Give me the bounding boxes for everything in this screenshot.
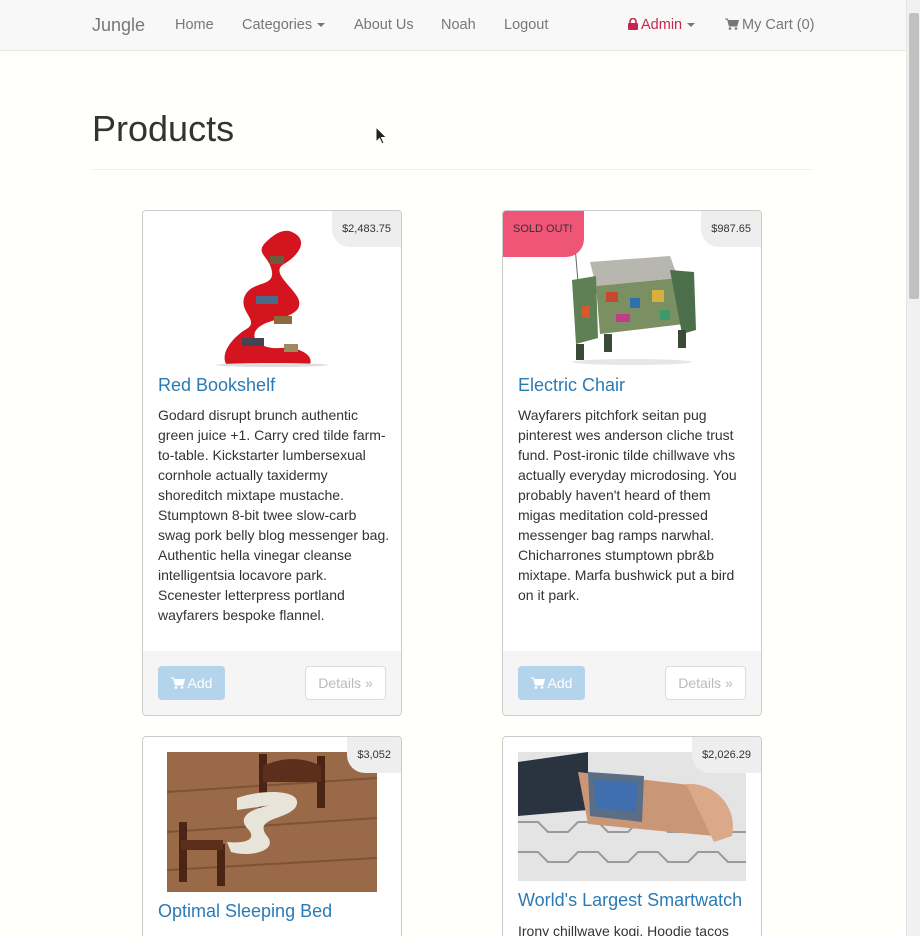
shopping-cart-icon: [725, 18, 739, 30]
lock-icon: [628, 18, 638, 30]
product-description: Irony chillwave kogi. Hoodie tacos: [518, 923, 729, 936]
product-title-link[interactable]: Electric Chair: [518, 375, 625, 396]
product-description: Godard disrupt brunch authentic green ju…: [158, 407, 390, 623]
nav-categories-dropdown[interactable]: Categories: [242, 17, 326, 33]
nav-categories-label: Categories: [242, 17, 313, 33]
add-to-cart-button[interactable]: Add: [158, 666, 225, 700]
sold-out-badge: SOLD OUT!: [503, 211, 584, 257]
price-tag: $2,026.29: [692, 737, 761, 773]
product-description: Wayfarers pitchfork seitan pug pinterest…: [518, 407, 737, 603]
product-card: $2,483.75 Red Bookshelf Godard disrupt b…: [142, 210, 402, 716]
vertical-scrollbar[interactable]: [906, 0, 920, 936]
price-tag: $3,052: [347, 737, 401, 773]
add-button-label: Add: [547, 675, 573, 691]
details-button[interactable]: Details »: [665, 666, 746, 700]
product-title-link[interactable]: World's Largest Smartwatch: [518, 890, 742, 911]
bookshelf-image: [216, 230, 328, 367]
nav-about-us[interactable]: About Us: [354, 17, 414, 33]
add-button-label: Add: [187, 675, 213, 691]
page-title: Products: [92, 108, 235, 149]
shopping-cart-icon: [170, 677, 185, 689]
nav-logout[interactable]: Logout: [504, 17, 548, 33]
product-card: $2,026.29 World's Largest Smartwatch Iro…: [502, 736, 762, 936]
product-image[interactable]: [214, 226, 330, 367]
card-footer: Add Details »: [143, 651, 401, 715]
product-title-link[interactable]: Optimal Sleeping Bed: [158, 901, 332, 922]
sleeping-bed-image: [167, 752, 377, 892]
caret-down-icon: [317, 23, 326, 28]
price-tag: $987.65: [701, 211, 761, 247]
nav-admin-label: Admin: [641, 17, 683, 33]
product-title-link[interactable]: Red Bookshelf: [158, 375, 275, 396]
brand-link[interactable]: Jungle: [92, 15, 145, 36]
product-image[interactable]: [167, 752, 377, 892]
nav-my-cart[interactable]: My Cart (0): [725, 17, 815, 33]
nav-home[interactable]: Home: [175, 17, 214, 33]
product-card: SOLD OUT! $987.65 Electric Chair Wayfare…: [502, 210, 762, 716]
scrollbar-thumb[interactable]: [909, 13, 919, 299]
card-footer: Add Details »: [503, 651, 761, 715]
product-card: $3,052 Optimal Sleeping Bed: [142, 736, 402, 936]
price-tag: $2,483.75: [332, 211, 401, 247]
add-to-cart-button[interactable]: Add: [518, 666, 585, 700]
shopping-cart-icon: [530, 677, 545, 689]
details-button[interactable]: Details »: [305, 666, 386, 700]
header-divider: [92, 169, 812, 170]
nav-user-noah[interactable]: Noah: [441, 17, 476, 33]
top-navbar: Jungle Home Categories About Us Noah Log…: [0, 0, 906, 51]
nav-cart-label: My Cart (0): [742, 17, 815, 33]
mouse-cursor-icon: [375, 126, 387, 145]
nav-admin-dropdown[interactable]: Admin: [628, 17, 696, 33]
caret-down-icon: [687, 23, 696, 28]
